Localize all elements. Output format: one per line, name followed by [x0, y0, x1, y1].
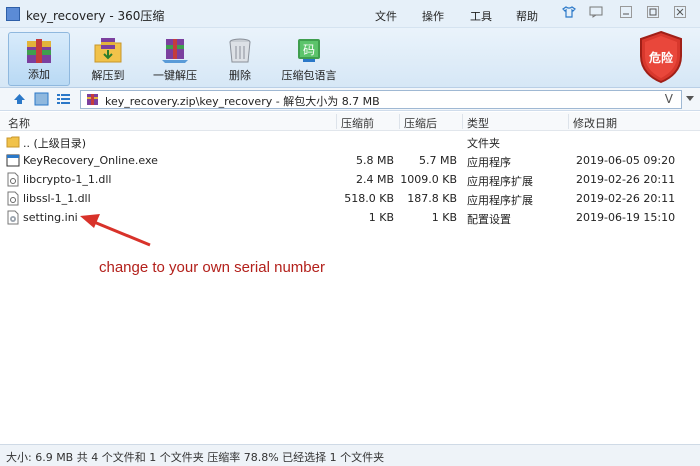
annotation-text: change to your own serial number: [99, 259, 325, 276]
feedback-icon[interactable]: [585, 6, 607, 22]
table-row[interactable]: libcrypto-1_1.dll 2.4 MB 1009.0 KB 应用程序扩…: [0, 170, 700, 189]
column-size-after[interactable]: 压缩后: [404, 115, 437, 131]
exe-icon: [6, 154, 20, 167]
extract-to-button[interactable]: 解压到: [78, 32, 138, 86]
list-view-icon[interactable]: [56, 92, 71, 106]
menu-operations[interactable]: 操作: [422, 8, 444, 24]
svg-text:码: 码: [303, 43, 315, 57]
dll-icon: [7, 191, 19, 206]
column-size-before[interactable]: 压缩前: [341, 115, 374, 131]
toolbar: 添加 解压到 一键解压 删除 码 压缩包语言: [0, 28, 700, 88]
maximize-icon[interactable]: [642, 6, 664, 22]
app-icon: [6, 7, 20, 21]
menu-file[interactable]: 文件: [375, 8, 397, 24]
table-row[interactable]: KeyRecovery_Online.exe 5.8 MB 5.7 MB 应用程…: [0, 151, 700, 170]
column-name[interactable]: 名称: [8, 115, 30, 131]
status-bar: 大小: 6.9 MB 共 4 个文件和 1 个文件夹 压缩率 78.8% 已经选…: [0, 444, 700, 466]
danger-shield-badge[interactable]: 危险: [637, 30, 685, 84]
table-row[interactable]: .. (上级目录) 文件夹: [0, 132, 700, 151]
zip-archive-icon: [87, 94, 98, 105]
language-code-icon: 码: [298, 39, 320, 62]
one-click-extract-icon: [162, 39, 188, 63]
ini-icon: [7, 210, 19, 225]
checkmark-icon[interactable]: V: [665, 92, 673, 106]
add-button[interactable]: 添加: [8, 32, 70, 86]
up-arrow-icon[interactable]: [12, 92, 27, 106]
archive-language-button[interactable]: 码 压缩包语言: [276, 32, 342, 86]
folder-icon: [6, 136, 20, 148]
delete-button[interactable]: 删除: [216, 32, 264, 86]
menu-tools[interactable]: 工具: [470, 8, 492, 24]
path-field[interactable]: key_recovery.zip\key_recovery - 解包大小为 8.…: [80, 90, 682, 109]
one-click-extract-button[interactable]: 一键解压: [144, 32, 206, 86]
column-type[interactable]: 类型: [467, 115, 489, 131]
trash-icon: [229, 38, 251, 63]
chevron-down-icon[interactable]: [686, 96, 694, 101]
dll-icon: [7, 172, 19, 187]
column-header: 名称 压缩前 压缩后 类型 修改日期: [0, 112, 700, 131]
column-modified[interactable]: 修改日期: [573, 115, 617, 131]
thumbnail-view-icon[interactable]: [34, 92, 49, 106]
menu-help[interactable]: 帮助: [516, 8, 538, 24]
archive-add-icon: [27, 39, 51, 63]
path-text: key_recovery.zip\key_recovery - 解包大小为 8.…: [105, 95, 380, 108]
title-bar: key_recovery - 360压缩 文件 操作 工具 帮助: [0, 0, 700, 28]
minimize-icon[interactable]: [615, 6, 637, 22]
extract-folder-icon: [94, 38, 122, 63]
skin-icon[interactable]: [558, 6, 580, 22]
danger-label: 危险: [648, 51, 673, 65]
table-row[interactable]: libssl-1_1.dll 518.0 KB 187.8 KB 应用程序扩展 …: [0, 189, 700, 208]
table-row[interactable]: setting.ini 1 KB 1 KB 配置设置 2019-06-19 15…: [0, 208, 700, 227]
status-text: 大小: 6.9 MB 共 4 个文件和 1 个文件夹 压缩率 78.8% 已经选…: [6, 451, 385, 464]
address-bar: key_recovery.zip\key_recovery - 解包大小为 8.…: [0, 88, 700, 111]
close-icon[interactable]: [669, 6, 691, 22]
window-title: key_recovery - 360压缩: [26, 9, 165, 23]
